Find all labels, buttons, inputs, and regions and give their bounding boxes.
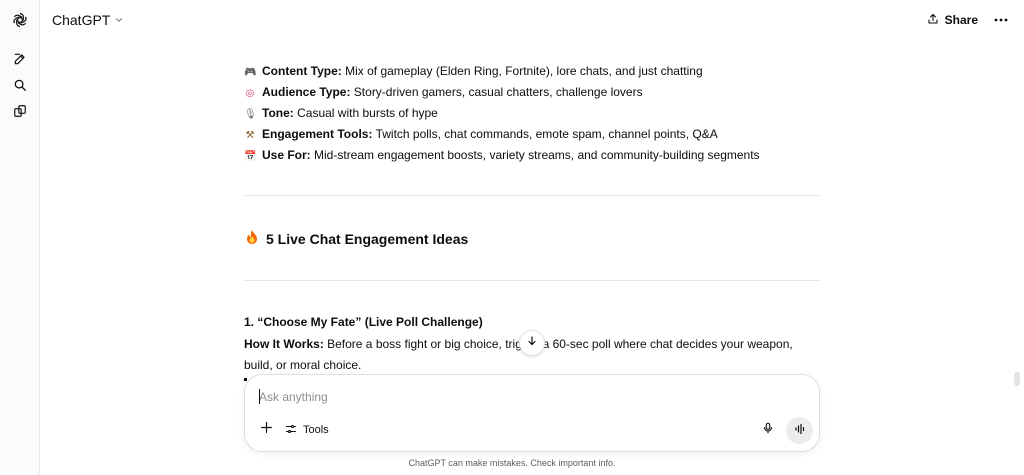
- divider: [244, 280, 820, 281]
- voice-mode-button[interactable]: [786, 417, 813, 444]
- meta-label: Use For:: [262, 148, 311, 162]
- add-attachment-button[interactable]: [255, 419, 277, 441]
- top-bar: ChatGPT Share: [39, 0, 1024, 39]
- game-controller-icon: 🎮: [244, 67, 257, 78]
- fire-icon: [244, 230, 260, 250]
- section-title-text: 5 Live Chat Engagement Ideas: [266, 231, 469, 247]
- meta-text: Mix of gameplay (Elden Ring, Fortnite), …: [341, 64, 703, 78]
- prompt-input[interactable]: [259, 388, 799, 406]
- model-selector[interactable]: ChatGPT: [52, 9, 124, 31]
- target-icon: ◎: [245, 88, 255, 99]
- meta-label: Audience Type:: [262, 85, 351, 99]
- meta-text: Twitch polls, chat commands, emote spam,…: [372, 127, 718, 141]
- share-button[interactable]: Share: [927, 9, 978, 31]
- chevron-down-icon: [114, 12, 124, 28]
- section-heading: 5 Live Chat Engagement Ideas: [244, 229, 468, 249]
- scrollbar-thumb[interactable]: [1014, 372, 1020, 386]
- arrow-down-icon: [526, 334, 538, 352]
- composer: Tools: [244, 374, 820, 452]
- library-icon[interactable]: [9, 100, 31, 122]
- meta-text: Mid-stream engagement boosts, variety st…: [310, 148, 760, 162]
- search-icon[interactable]: [9, 74, 31, 96]
- new-chat-icon[interactable]: [9, 48, 31, 70]
- share-icon: [927, 13, 939, 28]
- meta-label: Content Type:: [262, 64, 342, 78]
- scroll-to-bottom-button[interactable]: [519, 330, 545, 356]
- tools-button[interactable]: Tools: [285, 419, 329, 441]
- tools-sliders-icon: [285, 423, 297, 438]
- model-label: ChatGPT: [52, 12, 111, 28]
- sidebar: [0, 0, 40, 475]
- meta-text: Casual with bursts of hype: [293, 106, 438, 120]
- meta-line-content-type: 🎮 Content Type: Mix of gameplay (Elden Ri…: [244, 63, 703, 79]
- meta-label: Engagement Tools:: [262, 127, 373, 141]
- disclaimer-note: ChatGPT can make mistakes. Check importa…: [408, 458, 616, 468]
- meta-line-use-for: 📅 Use For: Mid-stream engagement boosts, …: [244, 147, 760, 163]
- meta-line-tone: 🎙 Tone: Casual with bursts of hype: [244, 105, 438, 121]
- microphone-icon: [762, 421, 774, 440]
- meta-line-engagement-tools: ⚒ Engagement Tools: Twitch polls, chat co…: [244, 126, 718, 142]
- how-it-works-label: How It Works:: [244, 337, 324, 351]
- meta-line-audience-type: ◎ Audience Type: Story-driven gamers, cas…: [244, 84, 643, 100]
- plus-icon: [260, 421, 273, 439]
- voice-waveform-icon: [794, 422, 806, 440]
- openai-logo-icon[interactable]: [9, 9, 31, 31]
- calendar-icon: 📅: [244, 151, 257, 162]
- tools-icon: ⚒: [245, 130, 255, 141]
- microphone-icon: 🎙: [244, 109, 257, 120]
- text-caret: [259, 389, 260, 404]
- share-label: Share: [944, 13, 978, 27]
- tools-label: Tools: [303, 424, 329, 436]
- meta-label: Tone:: [262, 106, 294, 120]
- more-options-icon[interactable]: [990, 9, 1012, 31]
- idea-title: 1. “Choose My Fate” (Live Poll Challenge…: [244, 315, 483, 329]
- dictate-button[interactable]: [757, 419, 779, 441]
- divider: [244, 195, 820, 196]
- meta-text: Story-driven gamers, casual chatters, ch…: [350, 85, 643, 99]
